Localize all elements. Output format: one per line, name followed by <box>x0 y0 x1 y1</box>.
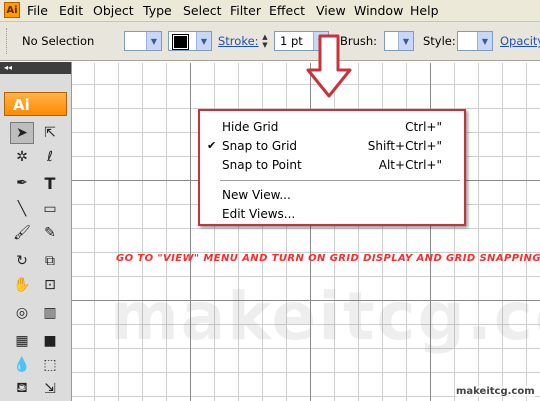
direct-selection-tool-icon[interactable]: ⇱ <box>38 122 62 144</box>
view-dropdown-menu: Hide Grid Ctrl+" ✔ Snap to Grid Shift+Ct… <box>198 109 466 226</box>
blend-tool-icon[interactable]: ⬚ <box>38 354 62 376</box>
shortcut-snap-to-grid: Shift+Ctrl+" <box>367 139 442 153</box>
stroke-color-dropdown[interactable]: ▼ <box>168 31 212 51</box>
instruction-text: GO TO "VIEW" MENU AND TURN ON GRID DISPL… <box>116 253 540 264</box>
shortcut-hide-grid: Ctrl+" <box>405 120 442 134</box>
brush-dropdown[interactable]: ▼ <box>384 31 414 51</box>
menu-object[interactable]: Object <box>93 3 134 18</box>
stroke-swatch <box>172 34 189 50</box>
tools-panel: ◂◂ Ai ➤ ⇱ ✲ ℓ ✒ T ╲ ▭ 🖌 ✎ ↻ ⧉ ✋ ⊡ ◎ ▥ ▦ … <box>0 62 72 401</box>
live-paint-selection-tool-icon[interactable]: ⇲ <box>38 378 62 400</box>
menu-window[interactable]: Window <box>354 3 403 18</box>
fill-color-dropdown[interactable]: ▼ <box>124 31 162 51</box>
column-graph-tool-icon[interactable]: ▥ <box>38 302 62 324</box>
watermark-text: makeitcg.com <box>110 278 540 355</box>
shortcut-snap-to-point: Alt+Ctrl+" <box>378 158 442 172</box>
menu-effect[interactable]: Effect <box>269 3 305 18</box>
checkmark-icon: ✔ <box>207 139 217 152</box>
chevron-down-icon: ▼ <box>398 32 413 50</box>
control-bar: No Selection ▼ ▼ Stroke: ▲▼ 1 pt ▼ Brush… <box>0 22 540 61</box>
selection-status: No Selection <box>22 34 95 48</box>
live-paint-bucket-tool-icon[interactable]: ⛾ <box>10 378 34 400</box>
rotate-tool-icon[interactable]: ↻ <box>10 250 34 272</box>
type-tool-icon[interactable]: T <box>38 172 62 194</box>
paintbrush-tool-icon[interactable]: 🖌 <box>10 222 34 244</box>
opacity-link[interactable]: Opacity <box>500 34 540 48</box>
gradient-tool-icon[interactable]: ■ <box>38 330 62 352</box>
magic-wand-tool-icon[interactable]: ✲ <box>10 146 34 168</box>
credit-text: makeitcg.com <box>456 386 535 397</box>
eyedropper-tool-icon[interactable]: 💧 <box>10 354 34 376</box>
down-arrow-icon <box>306 34 352 98</box>
chevron-down-icon: ▼ <box>196 32 211 50</box>
menu-view[interactable]: View <box>316 3 346 18</box>
menu-bar: Ai File Edit Object Type Select Filter E… <box>0 0 540 22</box>
style-label: Style: <box>423 34 456 48</box>
rectangle-tool-icon[interactable]: ▭ <box>38 198 62 220</box>
menu-edit[interactable]: Edit <box>59 3 83 18</box>
chevron-down-icon: ▼ <box>146 32 161 50</box>
menu-item-new-view[interactable]: New View... <box>222 188 291 202</box>
mesh-tool-icon[interactable]: ▦ <box>10 330 34 352</box>
menu-select[interactable]: Select <box>183 3 222 18</box>
menu-type[interactable]: Type <box>143 3 172 18</box>
illustrator-app-icon[interactable]: Ai <box>4 2 20 18</box>
selection-tool-icon[interactable]: ➤ <box>10 122 34 144</box>
warp-tool-icon[interactable]: ✋ <box>10 274 34 296</box>
stroke-link[interactable]: Stroke: <box>218 34 259 48</box>
pencil-tool-icon[interactable]: ✎ <box>38 222 62 244</box>
style-dropdown[interactable]: ▼ <box>457 31 493 51</box>
symbol-sprayer-tool-icon[interactable]: ◎ <box>10 302 34 324</box>
stroke-weight-stepper[interactable]: ▲ ▼ <box>259 32 271 50</box>
line-tool-icon[interactable]: ╲ <box>10 198 34 220</box>
menu-item-hide-grid[interactable]: Hide Grid <box>222 120 278 134</box>
menu-item-snap-to-point[interactable]: Snap to Point <box>222 158 302 172</box>
lasso-tool-icon[interactable]: ℓ <box>38 146 62 168</box>
menu-file[interactable]: File <box>27 3 48 18</box>
collapse-panel-icon[interactable]: ◂◂ <box>0 62 71 74</box>
menu-filter[interactable]: Filter <box>230 3 261 18</box>
stroke-weight-value: 1 pt <box>280 34 303 48</box>
control-bar-grip[interactable] <box>6 28 9 54</box>
scale-tool-icon[interactable]: ⧉ <box>38 250 62 272</box>
chevron-down-icon: ▼ <box>477 32 492 50</box>
menu-help[interactable]: Help <box>410 3 439 18</box>
menu-item-edit-views[interactable]: Edit Views... <box>222 207 295 221</box>
free-transform-tool-icon[interactable]: ⊡ <box>38 274 62 296</box>
tools-logo: Ai <box>4 92 67 116</box>
pen-tool-icon[interactable]: ✒ <box>10 172 34 194</box>
menu-item-snap-to-grid[interactable]: Snap to Grid <box>222 139 297 153</box>
menu-separator <box>220 180 460 181</box>
